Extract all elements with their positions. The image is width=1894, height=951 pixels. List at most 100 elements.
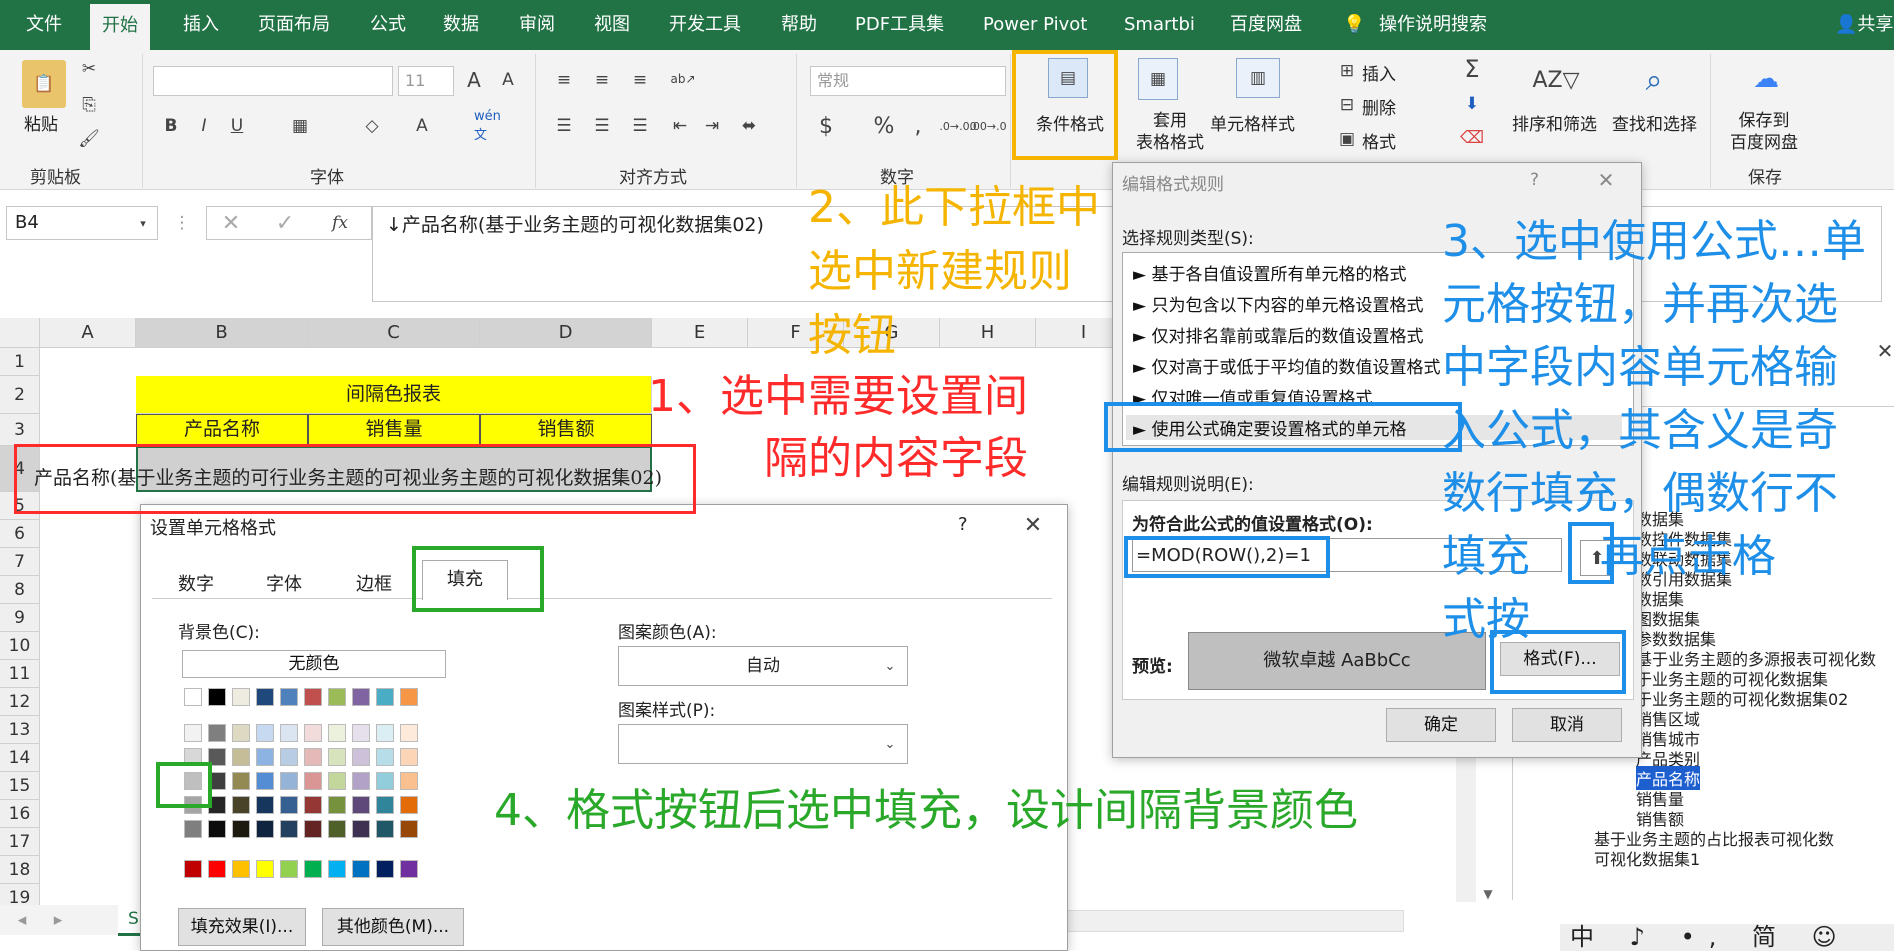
- row-header-11[interactable]: 11: [0, 660, 40, 688]
- insert-cells-icon[interactable]: ⊞: [1336, 60, 1358, 82]
- ok-button[interactable]: 确定: [1386, 708, 1496, 742]
- color-swatch[interactable]: [304, 820, 322, 838]
- insert-function-icon[interactable]: fx: [326, 210, 354, 236]
- color-swatch[interactable]: [184, 724, 202, 742]
- color-swatch[interactable]: [304, 748, 322, 766]
- underline-icon[interactable]: U: [226, 114, 248, 138]
- row-header-13[interactable]: 13: [0, 716, 40, 744]
- color-swatch[interactable]: [304, 860, 322, 878]
- tab-number[interactable]: 数字: [178, 570, 214, 596]
- color-swatch[interactable]: [376, 748, 394, 766]
- find-select-icon[interactable]: ⌕: [1632, 58, 1676, 102]
- row-header-6[interactable]: 6: [0, 520, 40, 548]
- color-swatch[interactable]: [352, 688, 370, 706]
- baidu-cloud-icon[interactable]: ☁: [1744, 60, 1788, 98]
- align-middle-icon[interactable]: ≡: [590, 68, 614, 92]
- color-swatch[interactable]: [232, 748, 250, 766]
- insert-cells-button[interactable]: 插入: [1362, 60, 1396, 85]
- color-swatch[interactable]: [232, 772, 250, 790]
- paste-icon[interactable]: 📋: [22, 60, 66, 108]
- tab-view[interactable]: 视图: [594, 0, 630, 50]
- no-color-button[interactable]: 无颜色: [182, 650, 446, 678]
- row-header-7[interactable]: 7: [0, 548, 40, 576]
- color-swatch[interactable]: [376, 688, 394, 706]
- decrease-decimal-icon[interactable]: .00→.0: [969, 114, 1006, 138]
- column-header-d[interactable]: D: [480, 318, 652, 348]
- column-header-e[interactable]: E: [652, 318, 748, 348]
- report-title-cell[interactable]: 间隔色报表: [136, 376, 652, 414]
- tab-data[interactable]: 数据: [443, 0, 479, 50]
- rule-type-item[interactable]: ► 基于各自值设置所有单元格的格式: [1133, 260, 1406, 285]
- tab-file[interactable]: 文件: [26, 0, 62, 50]
- delete-cells-icon[interactable]: ⊟: [1336, 94, 1358, 116]
- tab-review[interactable]: 审阅: [519, 0, 555, 50]
- color-swatch[interactable]: [232, 860, 250, 878]
- find-select-button[interactable]: 查找和选择: [1612, 110, 1697, 135]
- row-header-17[interactable]: 17: [0, 828, 40, 856]
- color-swatch[interactable]: [328, 748, 346, 766]
- chevron-down-icon[interactable]: ⌄: [880, 654, 900, 678]
- scroll-down-icon[interactable]: ▼: [1478, 886, 1498, 902]
- color-swatch[interactable]: [232, 724, 250, 742]
- tab-developer[interactable]: 开发工具: [669, 0, 741, 50]
- color-swatch[interactable]: [184, 820, 202, 838]
- ime-toolbar[interactable]: 中 ♪ •, 简 ☺ ⚙: [1560, 924, 1894, 951]
- format-cells-icon[interactable]: ▣: [1336, 128, 1358, 150]
- horizontal-scrollbar[interactable]: [1060, 910, 1404, 932]
- cancel-icon[interactable]: ✕: [218, 210, 244, 236]
- format-cells-button[interactable]: 格式: [1362, 128, 1396, 153]
- color-swatch[interactable]: [352, 748, 370, 766]
- color-swatch[interactable]: [352, 772, 370, 790]
- tell-me-search[interactable]: 操作说明搜索: [1379, 0, 1487, 50]
- color-swatch[interactable]: [256, 820, 274, 838]
- row-header-9[interactable]: 9: [0, 604, 40, 632]
- rule-type-item[interactable]: ► 仅对高于或低于平均值的数值设置格式: [1133, 353, 1440, 378]
- row-header-15[interactable]: 15: [0, 772, 40, 800]
- font-name-combo[interactable]: [153, 66, 393, 96]
- increase-decimal-icon[interactable]: .0→.00: [939, 114, 976, 138]
- color-swatch[interactable]: [232, 688, 250, 706]
- color-swatch[interactable]: [352, 820, 370, 838]
- color-swatch[interactable]: [352, 796, 370, 814]
- rule-type-item[interactable]: ► 仅对排名靠前或靠后的数值设置格式: [1133, 322, 1423, 347]
- rule-type-item[interactable]: ► 只为包含以下内容的单元格设置格式: [1133, 291, 1423, 316]
- color-swatch[interactable]: [184, 688, 202, 706]
- tab-baidu[interactable]: 百度网盘: [1230, 0, 1302, 50]
- color-swatch[interactable]: [280, 820, 298, 838]
- color-swatch[interactable]: [280, 860, 298, 878]
- row-header-3[interactable]: 3: [0, 414, 40, 446]
- fill-down-icon[interactable]: ⬇: [1460, 92, 1484, 116]
- chevron-down-icon[interactable]: ⌄: [880, 732, 900, 756]
- color-swatch[interactable]: [184, 860, 202, 878]
- tab-border[interactable]: 边框: [356, 570, 392, 596]
- column-header-b[interactable]: B: [136, 318, 308, 348]
- color-swatch[interactable]: [256, 688, 274, 706]
- paste-button[interactable]: 粘贴: [24, 110, 58, 135]
- row-header-8[interactable]: 8: [0, 576, 40, 604]
- align-center-icon[interactable]: ☰: [590, 114, 614, 138]
- sort-filter-icon[interactable]: AZ▽: [1532, 58, 1579, 102]
- close-icon[interactable]: ✕: [1594, 168, 1618, 192]
- color-swatch[interactable]: [376, 772, 394, 790]
- color-swatch[interactable]: [328, 820, 346, 838]
- color-swatch[interactable]: [352, 724, 370, 742]
- format-as-table-button[interactable]: 套用 表格格式: [1136, 110, 1204, 154]
- row-header-18[interactable]: 18: [0, 856, 40, 884]
- align-left-icon[interactable]: ☰: [552, 114, 576, 138]
- color-swatch[interactable]: [280, 688, 298, 706]
- fill-color-icon[interactable]: ◇: [360, 114, 384, 138]
- pattern-style-select[interactable]: [618, 724, 908, 764]
- select-all-corner[interactable]: [0, 318, 40, 348]
- sheet-tab[interactable]: S: [118, 904, 142, 936]
- pattern-color-select[interactable]: 自动: [618, 646, 908, 686]
- color-swatch[interactable]: [304, 772, 322, 790]
- tab-page-layout[interactable]: 页面布局: [258, 0, 330, 50]
- format-as-table-icon[interactable]: ▦: [1138, 58, 1178, 100]
- color-swatch[interactable]: [328, 796, 346, 814]
- increase-indent-icon[interactable]: ⇥: [700, 114, 724, 138]
- cell-styles-button[interactable]: 单元格样式: [1210, 110, 1295, 135]
- color-swatch[interactable]: [376, 860, 394, 878]
- color-swatch[interactable]: [376, 820, 394, 838]
- cut-icon[interactable]: ✂: [78, 58, 100, 80]
- cell-styles-icon[interactable]: ▥: [1236, 58, 1280, 98]
